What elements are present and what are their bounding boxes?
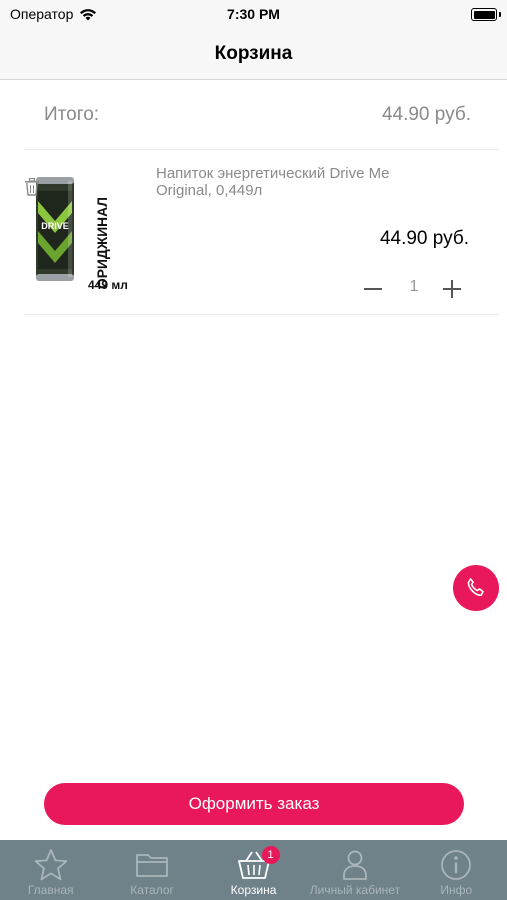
checkout-button[interactable]: Оформить заказ bbox=[44, 783, 464, 825]
svg-text:DRIVE: DRIVE bbox=[41, 221, 69, 231]
tab-home[interactable]: Главная bbox=[0, 840, 101, 900]
battery-icon bbox=[471, 8, 501, 21]
delete-item-icon[interactable] bbox=[24, 178, 40, 196]
tab-info[interactable]: Инфо bbox=[406, 840, 507, 900]
tab-label: Личный кабинет bbox=[309, 883, 401, 897]
cart-total-row: Итого: 44.90 руб. bbox=[24, 80, 499, 150]
increase-quantity-button[interactable] bbox=[441, 278, 463, 300]
item-name: Напиток энергетический Drive Me Original… bbox=[156, 165, 390, 199]
tab-account[interactable]: Личный кабинет bbox=[304, 840, 405, 900]
tab-label: Инфо bbox=[440, 883, 473, 897]
tab-cart[interactable]: 1 Корзина bbox=[203, 840, 304, 900]
tab-label: Корзина bbox=[230, 883, 277, 897]
status-bar: Оператор 7:30 PM bbox=[0, 0, 507, 30]
page-title: Корзина bbox=[214, 43, 293, 64]
quantity-value: 1 bbox=[409, 278, 419, 295]
product-image: DRIVE ОРИДЖИНАЛ 449 мл bbox=[36, 177, 128, 291]
decrease-quantity-button[interactable] bbox=[362, 278, 384, 300]
svg-text:449 мл: 449 мл bbox=[88, 278, 128, 291]
tab-catalog[interactable]: Каталог bbox=[101, 840, 202, 900]
navigation-bar: Корзина bbox=[0, 30, 507, 80]
star-icon bbox=[34, 849, 68, 881]
cart-count-badge: 1 bbox=[261, 846, 280, 864]
svg-text:ОРИДЖИНАЛ: ОРИДЖИНАЛ bbox=[94, 197, 110, 289]
phone-icon bbox=[467, 578, 484, 596]
total-value: 44.90 руб. bbox=[381, 104, 471, 125]
folder-icon bbox=[136, 854, 169, 877]
item-price: 44.90 руб. bbox=[379, 228, 469, 249]
tab-bar: Главная Каталог 1 Корзина Личный кабинет bbox=[0, 840, 507, 900]
clock: 7:30 PM bbox=[227, 6, 280, 22]
tab-label: Главная bbox=[27, 883, 74, 897]
person-icon bbox=[343, 850, 367, 880]
tab-label: Каталог bbox=[130, 883, 174, 897]
basket-icon-wrap: 1 bbox=[236, 846, 280, 882]
call-button[interactable] bbox=[453, 565, 499, 611]
info-icon bbox=[441, 850, 472, 880]
cart-item: DRIVE ОРИДЖИНАЛ 449 мл Напиток энергетич… bbox=[24, 151, 499, 315]
total-label: Итого: bbox=[44, 104, 100, 125]
